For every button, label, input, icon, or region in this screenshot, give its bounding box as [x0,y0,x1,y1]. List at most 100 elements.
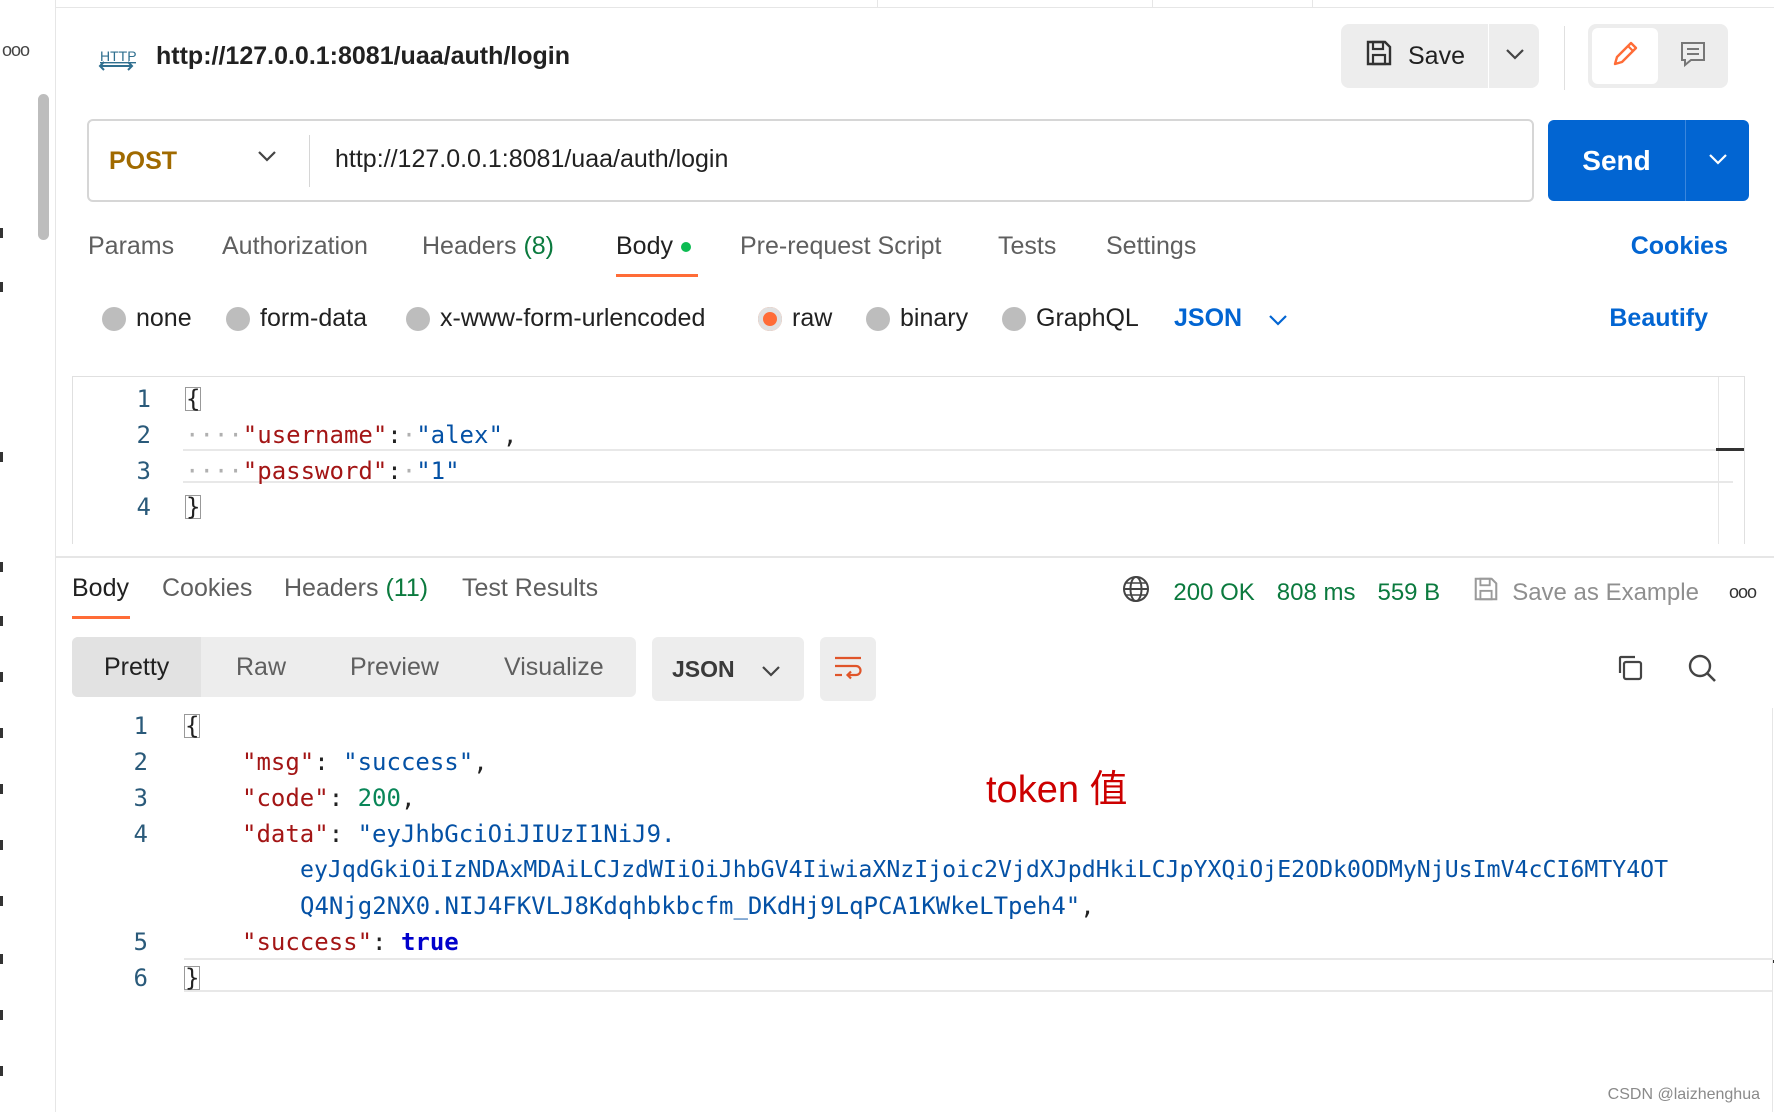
response-body-viewer[interactable]: 1 2 3 4 5 6 { "msg": "success", "code": … [56,708,1774,1112]
tab-strip-edge [56,0,1774,8]
tab-headers[interactable]: Headers (8) [422,232,554,261]
line-number: 1 [133,712,148,740]
radio-urlencoded[interactable]: x-www-form-urlencoded [406,304,705,333]
view-tab-visualize[interactable]: Visualize [504,637,604,697]
status-code[interactable]: 200 OK [1173,579,1254,607]
tab-body-label: Body [616,232,673,260]
response-time[interactable]: 808 ms [1277,579,1356,607]
response-tab-headers-label: Headers [284,574,379,602]
pencil-icon [1609,38,1641,75]
body-language-select[interactable]: JSON [1174,304,1288,333]
response-tab-cookies[interactable]: Cookies [162,574,252,603]
sidebar-tick [0,282,3,292]
radio-graphql-label: GraphQL [1036,304,1139,332]
left-sidebar-strip: ooo [0,0,56,1112]
response-tab-test-results[interactable]: Test Results [462,574,598,603]
request-body-editor[interactable]: 1 2 3 4 { ····"username":·"alex", ····"p… [72,376,1745,544]
sidebar-tick [0,562,3,572]
chevron-down-icon [1505,47,1525,65]
response-view-tabs: Pretty Raw Preview Visualize [72,637,636,697]
tab-pre-request-script[interactable]: Pre-request Script [740,232,941,261]
save-example-button[interactable]: Save as Example [1472,575,1699,610]
method-select[interactable]: POST [109,147,177,176]
tab-body[interactable]: Body [616,232,691,261]
radio-form-data[interactable]: form-data [226,304,367,333]
tab-strip-segment[interactable] [1312,0,1313,8]
brace-match: } [184,964,201,992]
brace-match: { [185,385,202,413]
line-number: 3 [136,457,151,485]
save-button[interactable]: Save [1341,24,1489,88]
radio-form-data-label: form-data [260,304,367,332]
current-line-highlight [184,958,1772,992]
view-tab-pretty[interactable]: Pretty [72,637,202,697]
radio-none[interactable]: none [102,304,192,333]
request-title[interactable]: http://127.0.0.1:8081/uaa/auth/login [156,42,570,71]
tab-strip-segment[interactable] [1152,0,1153,8]
comment-mode-button[interactable] [1662,28,1724,84]
search-icon[interactable] [1686,652,1718,689]
body-modified-dot [680,242,691,253]
svg-text:HTTP: HTTP [100,48,136,64]
send-button[interactable]: Send [1548,120,1686,201]
request-tabs: Params Authorization Headers (8) Body Pr… [88,232,1728,282]
sidebar-tick [0,672,3,682]
ellipsis-icon[interactable]: ooo [2,40,30,61]
code-line: ····"username":·"alex", [185,421,518,449]
save-example-label: Save as Example [1512,578,1699,606]
sidebar-tick [0,896,3,906]
response-tab-body[interactable]: Body [72,574,129,603]
sidebar-tick [0,452,3,462]
radio-graphql[interactable]: GraphQL [1002,304,1139,333]
json-string: "alex" [416,421,503,449]
response-format-label: JSON [672,655,735,682]
response-format-select[interactable]: JSON [652,637,804,701]
json-boolean: true [400,928,459,956]
tab-authorization[interactable]: Authorization [222,232,368,261]
view-tab-preview[interactable]: Preview [350,637,439,697]
wrap-lines-icon [832,653,864,686]
cookies-link[interactable]: Cookies [1631,232,1728,261]
json-string: "success" [343,748,474,776]
url-divider [309,135,310,187]
radio-circle-selected [758,306,782,331]
edit-mode-button[interactable] [1592,28,1658,84]
json-key: "success" [242,928,373,956]
headers-count: (8) [523,232,555,260]
body-language-label: JSON [1174,304,1243,332]
url-input[interactable]: http://127.0.0.1:8081/uaa/auth/login [335,145,728,174]
floppy-disk-icon [1364,38,1394,75]
chevron-down-icon[interactable] [257,149,277,168]
beautify-button[interactable]: Beautify [1609,304,1708,333]
copy-icon[interactable] [1614,652,1646,689]
tab-settings[interactable]: Settings [1106,232,1196,261]
radio-raw[interactable]: raw [758,304,832,333]
editor-scrollbar[interactable] [1718,377,1744,544]
tab-tests[interactable]: Tests [998,232,1056,261]
wrap-lines-button[interactable] [820,637,876,701]
code-line-wrapped: Q4Njg2NX0.NIJ4FKVLJ8Kdqhbkbcfm_DKdHj9LqP… [300,892,1095,920]
send-dropdown-button[interactable] [1686,120,1749,201]
tab-params[interactable]: Params [88,232,174,261]
response-size[interactable]: 559 B [1377,579,1440,607]
sidebar-scrollbar[interactable] [38,94,49,240]
tab-strip-segment[interactable] [56,0,878,8]
line-number: 4 [133,820,148,848]
sidebar-tick [0,1010,3,1020]
chevron-down-icon [1708,152,1728,170]
more-options-icon[interactable]: ooo [1729,582,1757,603]
pane-divider[interactable] [56,556,1774,558]
whitespace-marker: · [401,421,417,449]
json-key: "code" [242,784,329,812]
url-bar: POST http://127.0.0.1:8081/uaa/auth/logi… [87,119,1534,202]
view-tab-raw[interactable]: Raw [236,637,286,697]
sidebar-tick [0,616,3,626]
response-tab-headers[interactable]: Headers (11) [284,574,428,603]
code-line-wrapped: eyJqdGkiOiIzNDAxMDAiLCJzdWIiOiJhbGV4Iiwi… [300,856,1668,883]
tab-headers-label: Headers [422,232,517,260]
globe-icon[interactable] [1121,574,1151,611]
radio-none-label: none [136,304,192,332]
save-dropdown-button[interactable] [1491,24,1539,88]
line-number: 4 [136,493,151,521]
radio-binary[interactable]: binary [866,304,968,333]
